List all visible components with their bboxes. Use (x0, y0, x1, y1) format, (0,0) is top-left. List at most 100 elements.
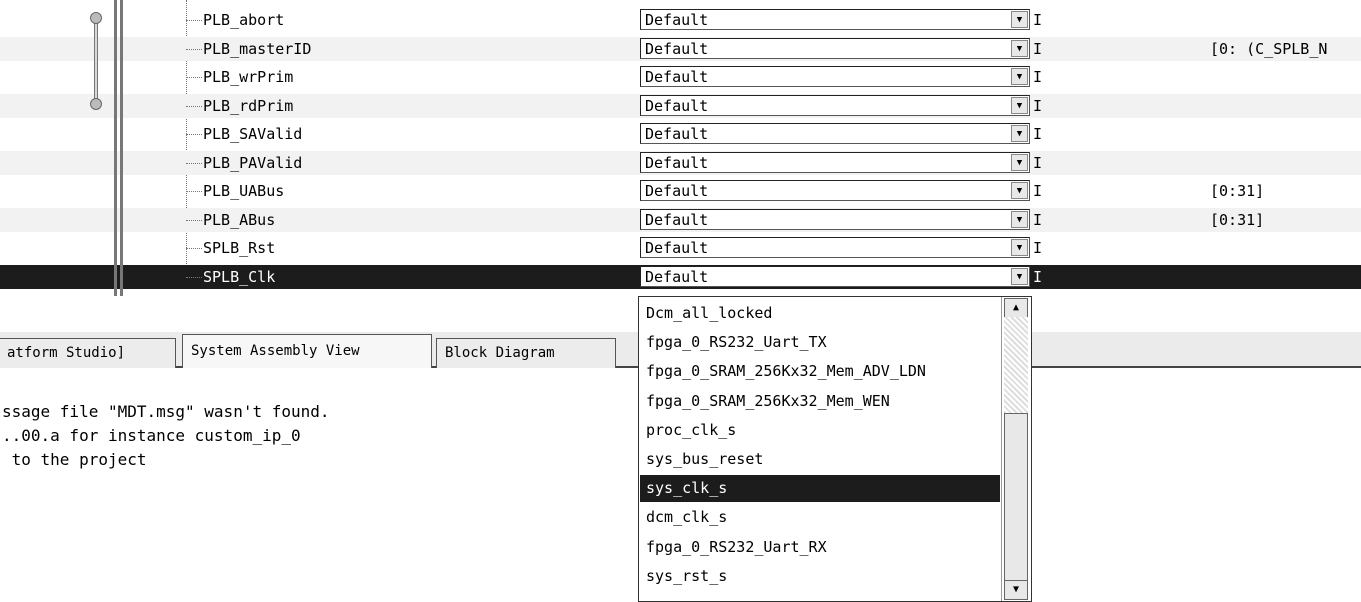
port-direction: I (1033, 39, 1043, 58)
port-name: PLB_PAValid (203, 153, 303, 172)
port-row[interactable]: PLB_ABus Default ▼ I [0:31] (0, 207, 1361, 232)
net-select[interactable]: Default ▼ (640, 180, 1030, 201)
port-direction: I (1033, 68, 1043, 86)
port-direction: I (1033, 182, 1043, 200)
port-direction: I (1033, 267, 1043, 286)
port-row[interactable]: PLB_PAValid Default ▼ I (0, 150, 1361, 175)
tab-block-diagram[interactable]: Block Diagram (436, 338, 616, 368)
chevron-down-icon[interactable]: ▼ (1011, 11, 1028, 28)
tree-connector (186, 105, 202, 107)
tab-label: Block Diagram (445, 345, 555, 361)
net-dropdown-list[interactable]: Dcm_all_locked fpga_0_RS232_Uart_TX fpga_0… (638, 296, 1032, 602)
tab-platform-studio[interactable]: atform Studio] (0, 338, 176, 368)
net-select-value: Default (645, 68, 709, 86)
net-select[interactable]: Default ▼ (640, 237, 1030, 258)
net-select[interactable]: Default ▼ (640, 208, 1030, 230)
splitter-track (94, 18, 98, 104)
net-select-value: Default (645, 210, 709, 229)
port-row[interactable]: SPLB_Rst Default ▼ I (0, 236, 1361, 260)
chevron-down-icon[interactable]: ▼ (1011, 239, 1028, 256)
net-select-value: Default (645, 267, 709, 286)
port-row[interactable]: PLB_wrPrim Default ▼ I (0, 65, 1361, 89)
net-select-value: Default (645, 182, 709, 200)
tree-connector (186, 77, 202, 78)
port-row[interactable]: PLB_rdPrim Default ▼ I (0, 93, 1361, 118)
net-select[interactable]: Default ▼ (640, 37, 1030, 59)
port-row[interactable]: SPLB_Clk Default ▼ I (0, 264, 1361, 289)
dropdown-vscrollbar[interactable]: ▲ ▼ (1001, 297, 1031, 601)
port-range: [0: (C_SPLB_N (1210, 39, 1328, 58)
arrow-up-icon[interactable]: ▲ (1004, 298, 1028, 318)
dropdown-option[interactable]: proc_clk_s (640, 417, 1000, 444)
panel-separator[interactable] (114, 0, 117, 296)
net-select[interactable]: Default ▼ (640, 94, 1030, 116)
tree-connector (186, 191, 202, 192)
port-direction: I (1033, 11, 1043, 29)
net-select[interactable]: Default ▼ (640, 9, 1030, 30)
net-select-value: Default (645, 125, 709, 143)
console-line: ssage file "MDT.msg" wasn't found. (2, 402, 330, 421)
port-name: SPLB_Rst (203, 239, 276, 257)
dropdown-option[interactable]: sys_clk_s (640, 475, 1000, 503)
left-panel (0, 0, 130, 296)
panel-separator[interactable] (120, 0, 123, 296)
arrow-down-icon[interactable]: ▼ (1004, 580, 1028, 600)
tree-connector (186, 248, 202, 249)
tab-system-assembly-view[interactable]: System Assembly View (182, 334, 432, 368)
port-name: SPLB_Clk (203, 267, 276, 286)
net-select-value: Default (645, 153, 709, 172)
tree-connector (186, 219, 202, 221)
chevron-down-icon[interactable]: ▼ (1011, 153, 1028, 171)
scroll-thumb[interactable] (1004, 413, 1028, 581)
chevron-down-icon[interactable]: ▼ (1011, 96, 1028, 114)
console-line: to the project (2, 450, 147, 469)
chevron-down-icon[interactable]: ▼ (1011, 267, 1028, 285)
net-select-value: Default (645, 11, 709, 29)
splitter-knob-top[interactable] (90, 12, 102, 24)
port-name: PLB_ABus (203, 210, 276, 229)
chevron-down-icon[interactable]: ▼ (1011, 68, 1028, 85)
chevron-down-icon[interactable]: ▼ (1011, 210, 1028, 228)
port-row[interactable]: PLB_SAValid Default ▼ I (0, 122, 1361, 146)
dropdown-option[interactable]: sys_rst_s (640, 563, 1000, 590)
net-select[interactable]: Default ▼ (640, 66, 1030, 87)
chevron-down-icon[interactable]: ▼ (1011, 125, 1028, 142)
port-name: PLB_rdPrim (203, 96, 294, 115)
tree-connector (186, 162, 202, 164)
net-select-value: Default (645, 39, 709, 58)
port-direction: I (1033, 239, 1043, 257)
dropdown-option[interactable]: fpga_0_RS232_Uart_TX (640, 329, 1000, 356)
dropdown-option[interactable]: sys_bus_reset (640, 446, 1000, 473)
port-row[interactable]: PLB_abort Default ▼ I (0, 8, 1361, 32)
scroll-track[interactable] (1004, 317, 1028, 413)
net-select[interactable]: Default ▼ (640, 265, 1030, 287)
port-row[interactable]: PLB_masterID Default ▼ I [0: (C_SPLB_N (0, 36, 1361, 61)
dropdown-option[interactable]: fpga_0_SRAM_256Kx32_Mem_ADV_LDN (640, 358, 1000, 385)
tree-connector (186, 134, 202, 135)
net-select[interactable]: Default ▼ (640, 151, 1030, 173)
chevron-down-icon[interactable]: ▼ (1011, 39, 1028, 57)
splitter-knob-bottom[interactable] (90, 98, 102, 110)
port-row[interactable]: PLB_UABus Default ▼ I [0:31] (0, 179, 1361, 203)
port-name: PLB_UABus (203, 182, 285, 200)
dropdown-option[interactable]: dcm_clk_s (640, 504, 1000, 531)
port-range: [0:31] (1210, 182, 1265, 200)
tree-connector (186, 20, 202, 21)
port-direction: I (1033, 210, 1043, 229)
chevron-down-icon[interactable]: ▼ (1011, 182, 1028, 199)
console-line: ..00.a for instance custom_ip_0 (2, 426, 301, 445)
port-range: [0:31] (1210, 210, 1265, 229)
net-select-value: Default (645, 96, 709, 115)
port-direction: I (1033, 125, 1043, 143)
dropdown-option[interactable]: Dcm_all_locked (640, 300, 1000, 327)
tab-label: atform Studio] (7, 345, 126, 361)
net-select[interactable]: Default ▼ (640, 123, 1030, 144)
tree-connector (186, 276, 202, 278)
port-name: PLB_masterID (203, 39, 312, 58)
ports-grid: PLB_abort Default ▼ I PLB_masterID Default ▼ I [… (0, 0, 1361, 296)
tab-label: System Assembly View (191, 343, 360, 359)
port-direction: I (1033, 153, 1043, 172)
tree-connector (186, 48, 202, 50)
dropdown-option[interactable]: fpga_0_SRAM_256Kx32_Mem_WEN (640, 388, 1000, 415)
dropdown-option[interactable]: fpga_0_RS232_Uart_RX (640, 534, 1000, 561)
